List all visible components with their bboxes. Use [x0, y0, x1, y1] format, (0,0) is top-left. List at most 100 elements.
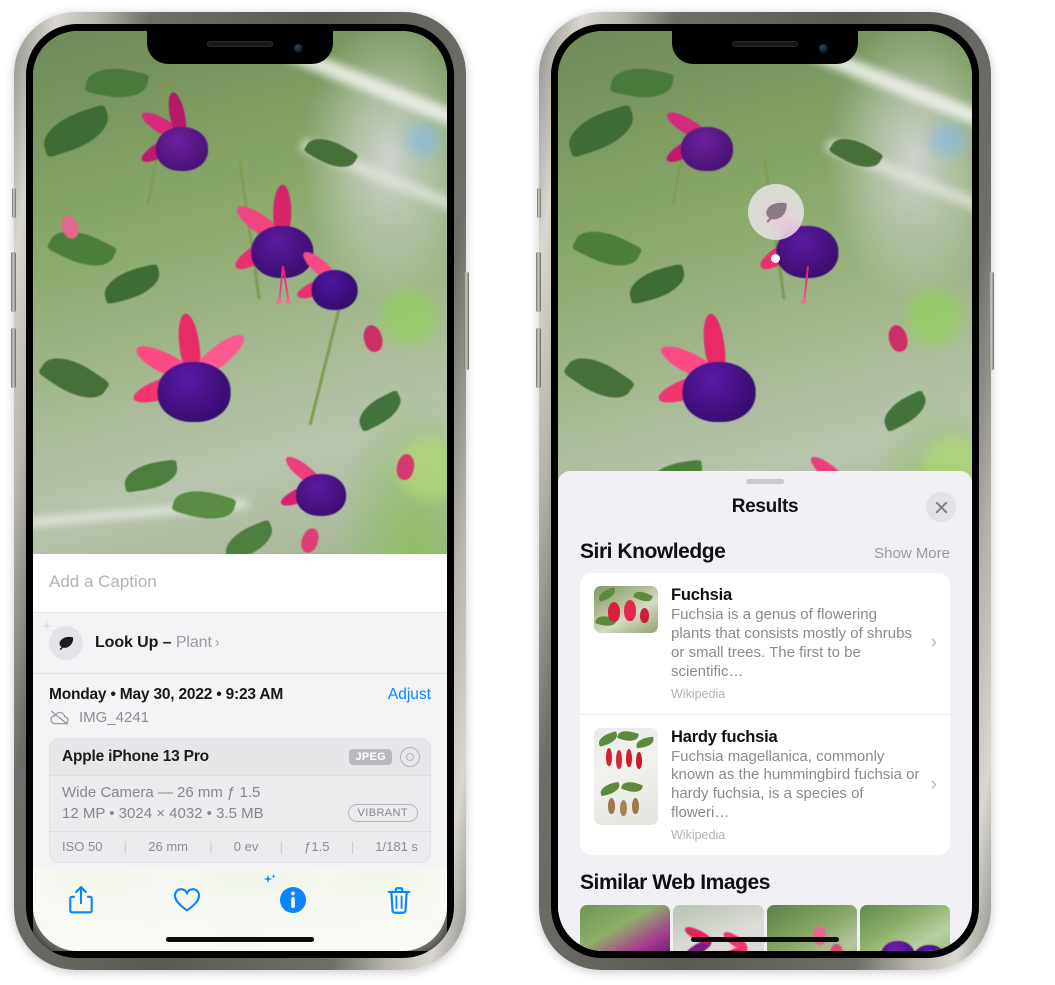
adjust-button[interactable]: Adjust: [388, 686, 431, 704]
exif-divider: |: [123, 839, 128, 854]
knowledge-thumbnail: [594, 586, 658, 633]
lens-info: Wide Camera — 26 mm ƒ 1.5: [62, 784, 261, 801]
sheet-title: Results: [731, 496, 799, 517]
info-sparkle-icon: [280, 887, 306, 913]
front-camera: [819, 44, 828, 53]
size-info: 12 MP • 3024 × 4032 • 3.5 MB: [62, 804, 264, 822]
chevron-right-icon: ›: [930, 632, 937, 654]
iphone-left-device: Add a Caption Look Up – Plant › Monday •…: [11, 12, 469, 970]
look-up-puck: [42, 621, 83, 660]
home-indicator[interactable]: [166, 937, 314, 942]
fuchsia-blossom: [273, 436, 369, 520]
leaf-icon: [766, 202, 787, 223]
favorite-button[interactable]: [165, 881, 209, 919]
web-image-3[interactable]: [766, 905, 857, 951]
sparkle-icon: [40, 620, 58, 638]
fuchsia-blossom: [132, 86, 232, 174]
file-name: IMG_4241: [79, 709, 150, 726]
exif-divider: |: [279, 839, 283, 854]
caption-input[interactable]: Add a Caption: [33, 554, 447, 613]
fuchsia-blossom: [657, 86, 757, 174]
show-more-button[interactable]: Show More: [874, 545, 950, 562]
info-button[interactable]: [263, 874, 315, 919]
siri-knowledge-title: Siri Knowledge: [580, 540, 726, 563]
earpiece-speaker: [732, 41, 798, 47]
device-notch: [672, 31, 858, 64]
delete-button[interactable]: [377, 881, 421, 919]
trash-icon: [387, 886, 411, 914]
similar-web-images-title: Similar Web Images: [580, 871, 770, 895]
close-icon: [935, 501, 947, 513]
fuchsia-blossom: [290, 233, 380, 313]
bokeh: [905, 288, 962, 345]
earpiece-speaker: [207, 41, 273, 47]
look-up-subject: Plant: [175, 634, 212, 651]
exif-iso: ISO 50: [62, 839, 103, 854]
knowledge-body: Hardy fuchsia Fuchsia magellanica, commo…: [671, 728, 937, 843]
format-badge: JPEG: [349, 749, 392, 765]
similar-web-images-header: Similar Web Images: [558, 855, 972, 903]
iphone-right-device: Results Siri Knowledge Show More Fuchsia…: [536, 12, 994, 970]
close-button[interactable]: [926, 492, 956, 522]
device-model: Apple iPhone 13 Pro: [62, 748, 209, 765]
exif-divider: |: [209, 839, 213, 854]
knowledge-description: Fuchsia magellanica, commonly known as t…: [671, 747, 920, 822]
chevron-right-icon: ›: [930, 773, 937, 795]
similar-web-images-grid: [558, 905, 972, 951]
fuchsia-blossom: [649, 307, 789, 427]
icloud-slash-icon: [50, 710, 69, 725]
bokeh: [930, 123, 965, 157]
knowledge-thumbnail: [594, 727, 658, 825]
sparkle-icon: [261, 874, 277, 890]
exif-aperture: ƒ1.5: [304, 839, 330, 854]
exif-exposure: 0 ev: [233, 839, 259, 854]
look-up-label: Look Up – Plant ›: [95, 634, 220, 652]
fuchsia-blossom: [124, 307, 264, 427]
volume-up-button[interactable]: [11, 252, 16, 312]
mute-switch[interactable]: [12, 188, 16, 218]
volume-up-button[interactable]: [536, 252, 541, 312]
power-button[interactable]: [464, 272, 469, 370]
knowledge-title: Fuchsia: [671, 586, 732, 604]
web-image-2[interactable]: [673, 905, 764, 951]
knowledge-body: Fuchsia Fuchsia is a genus of flowering …: [671, 586, 937, 701]
look-up-row[interactable]: Look Up – Plant ›: [33, 613, 447, 674]
knowledge-description: Fuchsia is a genus of flowering plants t…: [671, 606, 912, 680]
knowledge-item-fuchsia[interactable]: Fuchsia Fuchsia is a genus of flowering …: [580, 573, 950, 714]
device-bezel: Results Siri Knowledge Show More Fuchsia…: [551, 24, 979, 958]
profile-badge: VIBRANT: [347, 804, 418, 822]
look-up-title: Look Up: [95, 634, 159, 651]
knowledge-item-hardy-fuchsia[interactable]: Hardy fuchsia Fuchsia magellanica, commo…: [580, 713, 950, 856]
metadata-badges: JPEG: [349, 747, 420, 767]
siri-knowledge-card: Fuchsia Fuchsia is a genus of flowering …: [580, 573, 950, 856]
bokeh: [405, 123, 440, 157]
volume-down-button[interactable]: [536, 328, 541, 388]
siri-knowledge-header: Siri Knowledge Show More: [558, 530, 972, 573]
home-indicator[interactable]: [691, 937, 839, 942]
camera-metadata-card[interactable]: Apple iPhone 13 Pro JPEG Wide Camera — 2…: [49, 738, 431, 863]
web-image-1[interactable]: [580, 905, 671, 951]
knowledge-source: Wikipedia: [671, 686, 726, 701]
screenshot-canvas: Add a Caption Look Up – Plant › Monday •…: [0, 0, 1055, 985]
leaf-icon: [59, 636, 74, 650]
knowledge-source: Wikipedia: [671, 828, 726, 843]
power-button[interactable]: [989, 272, 994, 370]
share-button[interactable]: [59, 881, 103, 919]
bokeh: [380, 288, 437, 345]
results-sheet: Results Siri Knowledge Show More Fuchsia…: [558, 471, 972, 951]
sheet-header: Results: [558, 484, 972, 530]
file-row: IMG_4241: [33, 706, 447, 738]
share-icon: [69, 886, 93, 914]
web-image-4[interactable]: [859, 905, 950, 951]
exif-divider: |: [350, 839, 355, 854]
exif-focal: 26 mm: [148, 839, 188, 854]
device-screen-right: Results Siri Knowledge Show More Fuchsia…: [558, 31, 972, 951]
mute-switch[interactable]: [537, 188, 541, 218]
volume-down-button[interactable]: [11, 328, 16, 388]
metadata-header: Apple iPhone 13 Pro JPEG: [50, 739, 430, 776]
visual-look-up-badge[interactable]: [748, 184, 804, 240]
date-row: Monday • May 30, 2022 • 9:23 AM Adjust: [33, 674, 447, 706]
hdr-ring-icon: [400, 747, 420, 767]
look-up-dash: –: [162, 634, 172, 651]
visual-look-up-anchor-dot: [771, 254, 780, 263]
